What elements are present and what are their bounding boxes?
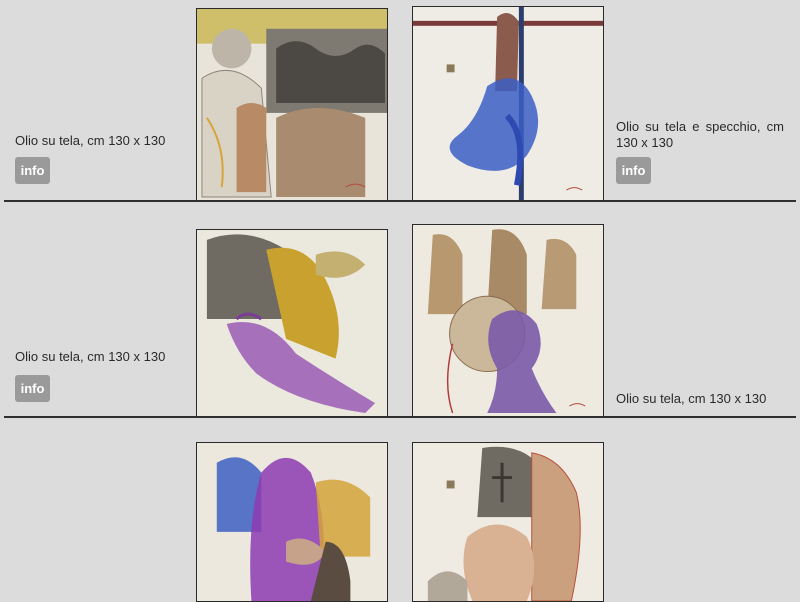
painting-artwork [413,443,603,601]
painting-image[interactable] [412,224,604,417]
painting-image[interactable] [196,8,388,201]
painting-artwork [197,230,387,416]
info-button[interactable]: info [15,157,50,184]
artwork-caption: Olio su tela, cm 130 x 130 [15,349,166,364]
painting-artwork [413,7,603,200]
painting-image[interactable] [196,442,388,602]
painting-image[interactable] [412,6,604,201]
artwork-caption: Olio su tela, cm 130 x 130 [15,133,166,148]
artwork-row-3 [0,418,800,602]
painting-artwork [197,443,387,601]
info-button[interactable]: info [15,375,50,402]
painting-image[interactable] [412,442,604,602]
artwork-caption: Olio su tela, cm 130 x 130 [616,391,767,406]
painting-artwork [413,225,603,416]
painting-image[interactable] [196,229,388,417]
artwork-caption: Olio su tela e specchio, cm 130 x 130 [616,119,784,150]
info-button[interactable]: info [616,157,651,184]
artwork-row-1: Olio su tela, cm 130 x 130 info Olio su … [0,0,800,202]
painting-artwork [197,9,387,200]
artwork-row-2: Olio su tela, cm 130 x 130 info Olio su … [0,202,800,418]
